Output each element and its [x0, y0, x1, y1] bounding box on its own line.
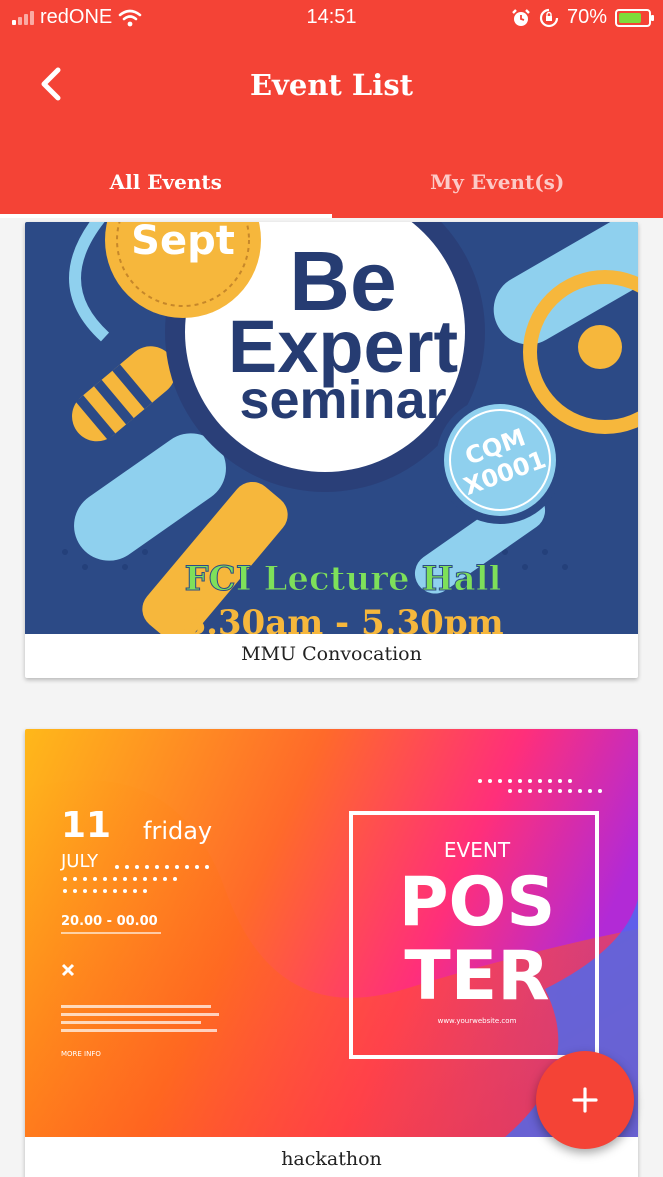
poster-day-number: 11: [61, 805, 111, 846]
poster-label: EVENT: [444, 838, 511, 862]
status-right: 70%: [511, 6, 654, 29]
poster-word1: POS: [399, 863, 556, 942]
status-bar: redONE 14:51 70%: [0, 0, 663, 36]
poster-line3: seminar: [239, 370, 446, 430]
poster-month: Sept: [131, 222, 235, 264]
alarm-icon: [512, 8, 530, 26]
plus-icon: [572, 1087, 598, 1113]
event-card[interactable]: Sept Be Expert seminar CQM X0001 FCI Lec…: [25, 222, 638, 678]
tab-my-events[interactable]: My Event(s): [332, 146, 663, 218]
tab-all-events[interactable]: All Events: [0, 146, 332, 218]
app-bar: Event List All Events My Event(s): [0, 36, 663, 218]
poster-website: www.yourwebsite.com: [438, 1017, 517, 1025]
battery-charging-icon: [615, 8, 654, 27]
poster-more-info: MORE INFO: [61, 1050, 101, 1058]
rotation-lock-icon: [539, 8, 559, 27]
poster-time: 20.00 - 00.00: [61, 914, 158, 929]
poster-time: 8.30am - 5.30pm: [182, 603, 503, 634]
event-caption: MMU Convocation: [241, 643, 422, 665]
poster-month: JULY: [60, 851, 99, 872]
tab-bar: All Events My Event(s): [0, 146, 663, 218]
add-event-button[interactable]: [536, 1051, 634, 1149]
poster-word2: TER: [404, 937, 549, 1016]
battery-percent: 70%: [566, 6, 607, 28]
event-caption: hackathon: [281, 1148, 382, 1170]
event-poster-image: Sept Be Expert seminar CQM X0001 FCI Lec…: [25, 222, 638, 634]
poster-venue: FCI Lecture Hall: [185, 559, 502, 599]
page-title: Event List: [249, 68, 414, 102]
poster-day-name: friday: [143, 817, 212, 845]
